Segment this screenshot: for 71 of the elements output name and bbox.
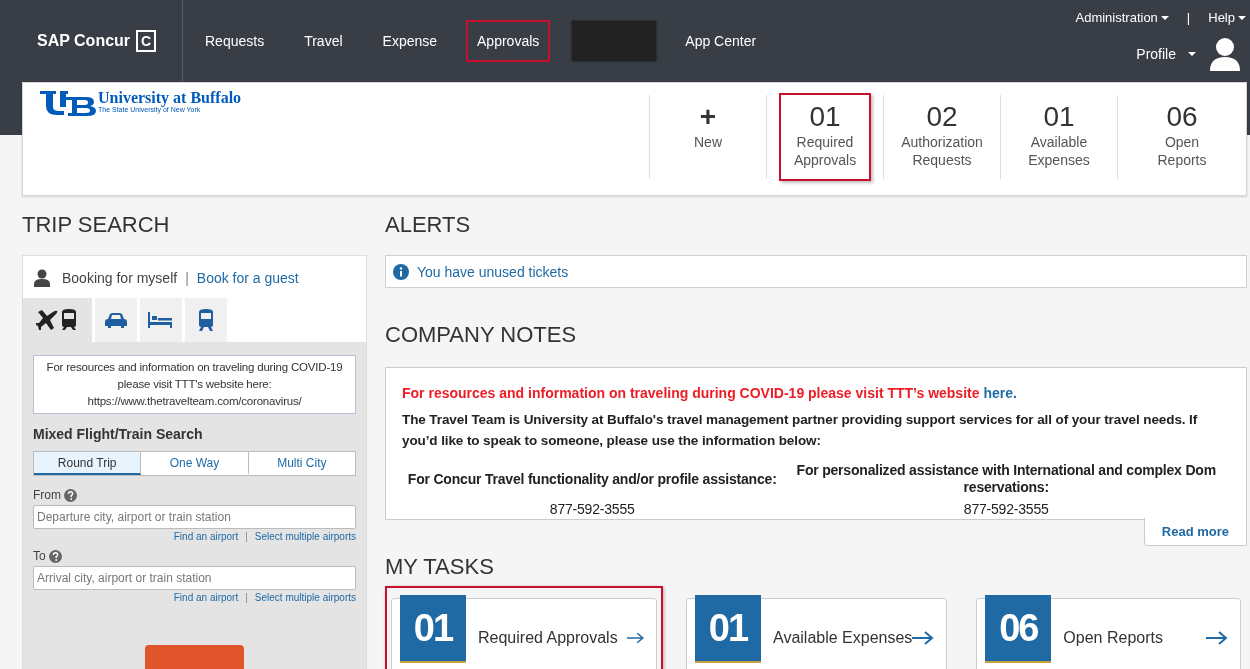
search-type-title: Mixed Flight/Train Search [33,426,204,442]
alert-link[interactable]: You have unused tickets [417,263,569,280]
nav-link[interactable]: Travel [293,20,354,62]
bed-icon [148,312,174,328]
info-icon [393,263,409,280]
select-multiple-airports-link[interactable]: Select multiple airports [254,592,356,603]
nav-link[interactable]: App Center [674,20,768,62]
location-input[interactable]: Arrival city, airport or train station [33,566,356,590]
covid-notice: For resources and information on traveling during COVID-19 please visit TTT's website here: https://www.thetravelteam.com/coronavirus/ [33,355,356,414]
quick-action[interactable]: + New [662,93,754,181]
organization-name: University at Buffalo [98,89,242,106]
arrow-right-icon [626,631,644,645]
find-airport-link[interactable]: Find an airport [173,592,239,603]
booking-for-myself: Booking for myself [62,270,178,286]
travel-mode-tab[interactable] [185,298,227,342]
help-menu[interactable]: Help [1208,10,1246,25]
car-icon [105,312,127,328]
section-title: MY TASKS [385,554,495,580]
quick-action[interactable]: 06 Open Reports [1136,93,1228,181]
read-more-button[interactable]: Read more [1143,518,1247,546]
separator: | [245,531,248,542]
phone-number: 877-592-3555 [548,501,636,517]
field-label: To [33,549,46,563]
task-count: 06 [985,595,1052,663]
travel-mode-tab[interactable] [95,298,137,342]
select-multiple-airports-link[interactable]: Select multiple airports [254,531,356,542]
administration-menu[interactable]: Administration [1075,10,1169,25]
avatar-icon[interactable] [1210,37,1240,71]
arrow-right-icon [1206,631,1228,645]
task-label: Open Reports [1063,629,1163,647]
profile-menu[interactable]: Profile [1136,46,1196,62]
notes-paragraph: The Travel Team is University at Buffalo's travel management partner providing support services for all of your travel needs. If you’d like to speak to someone, please use the information below: [402,411,1199,450]
university-logo-icon [40,89,96,117]
task-label: Required Approvals [478,629,618,647]
quick-action[interactable]: 02 Authorization Requests [896,93,988,181]
covid-headline: For resources and information on traveling during COVID-19 please visit TTT’s website here. [402,385,1018,401]
travel-mode-tab[interactable] [23,298,92,342]
contact-label: For personalized assistance with International and complex Dom reservations: [795,461,1217,497]
nav-link[interactable]: Expense [371,20,449,62]
find-airport-link[interactable]: Find an airport [173,531,239,542]
contact-label: For Concur Travel functionality and/or profile assistance: [406,469,778,489]
separator: | [245,592,248,603]
logo-text[interactable]: SAP Concur [37,32,131,50]
location-input[interactable]: Departure city, airport or train station [33,505,356,529]
person-icon [34,269,50,287]
help-icon[interactable] [48,549,62,563]
nav-link[interactable]: Requests [194,20,276,62]
section-title: TRIP SEARCH [22,212,171,238]
help-icon[interactable] [64,488,77,502]
task-card[interactable]: 01 Available Expenses [686,598,948,669]
task-count: 01 [400,595,466,663]
travel-mode-tab[interactable] [140,298,182,342]
separator: | [1185,10,1192,25]
quick-action[interactable]: 01 Required Approvals [779,93,871,181]
nav-link[interactable]: Approvals [466,20,551,62]
section-title: COMPANY NOTES [385,322,578,348]
separator: | [185,270,189,286]
task-label: Available Expenses [773,629,913,647]
trip-type-tab[interactable]: Round Trip [34,452,142,475]
task-card[interactable]: 01 Required Approvals [391,598,657,669]
train-icon [198,309,214,331]
book-for-guest-link[interactable]: Book for a guest [196,270,299,286]
arrow-right-icon [912,631,935,645]
section-title: ALERTS [385,212,472,238]
phone-number: 877-592-3555 [962,501,1050,517]
here-link[interactable]: here. [983,385,1017,401]
task-count: 01 [695,595,761,663]
quick-action[interactable]: 01 Available Expenses [1013,93,1105,181]
field-label: From [33,488,61,502]
task-card[interactable]: 06 Open Reports [976,598,1241,669]
logo-mark: C [136,30,157,52]
